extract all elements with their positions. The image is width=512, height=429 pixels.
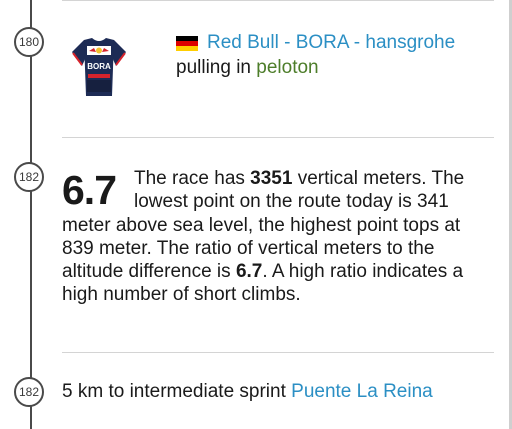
team-link[interactable]: Red Bull - BORA - hansgrohe (207, 32, 455, 54)
pull-action-text: pulling in (176, 57, 251, 78)
entry-divider (62, 137, 494, 138)
km-marker: 182 (14, 162, 44, 192)
sprint-location-link[interactable]: Puente La Reina (291, 381, 433, 402)
pull-status: pulling in peloton (176, 57, 319, 79)
team-row: Red Bull - BORA - hansgrohe (176, 32, 455, 54)
ratio-value: 6.7 (235, 261, 263, 283)
sprint-text: 5 km to intermediate sprint (62, 381, 292, 402)
ratio-description: The race has 3351 vertical meters. The l… (62, 167, 482, 307)
timeline-line (30, 0, 32, 429)
sprint-info: 5 km to intermediate sprint Puente La Re… (62, 381, 433, 403)
ratio-text-part: The race has (134, 168, 251, 189)
jersey-logo-text: BORA (87, 62, 111, 71)
peloton-link[interactable]: peloton (256, 57, 318, 78)
vertical-meters-value: 3351 (250, 168, 293, 189)
entry-divider (62, 0, 494, 1)
km-marker: 182 (14, 377, 44, 407)
km-marker: 180 (14, 27, 44, 57)
entry-divider (62, 352, 494, 353)
germany-flag-icon (176, 35, 198, 51)
team-jersey-icon: BORA (72, 38, 126, 96)
